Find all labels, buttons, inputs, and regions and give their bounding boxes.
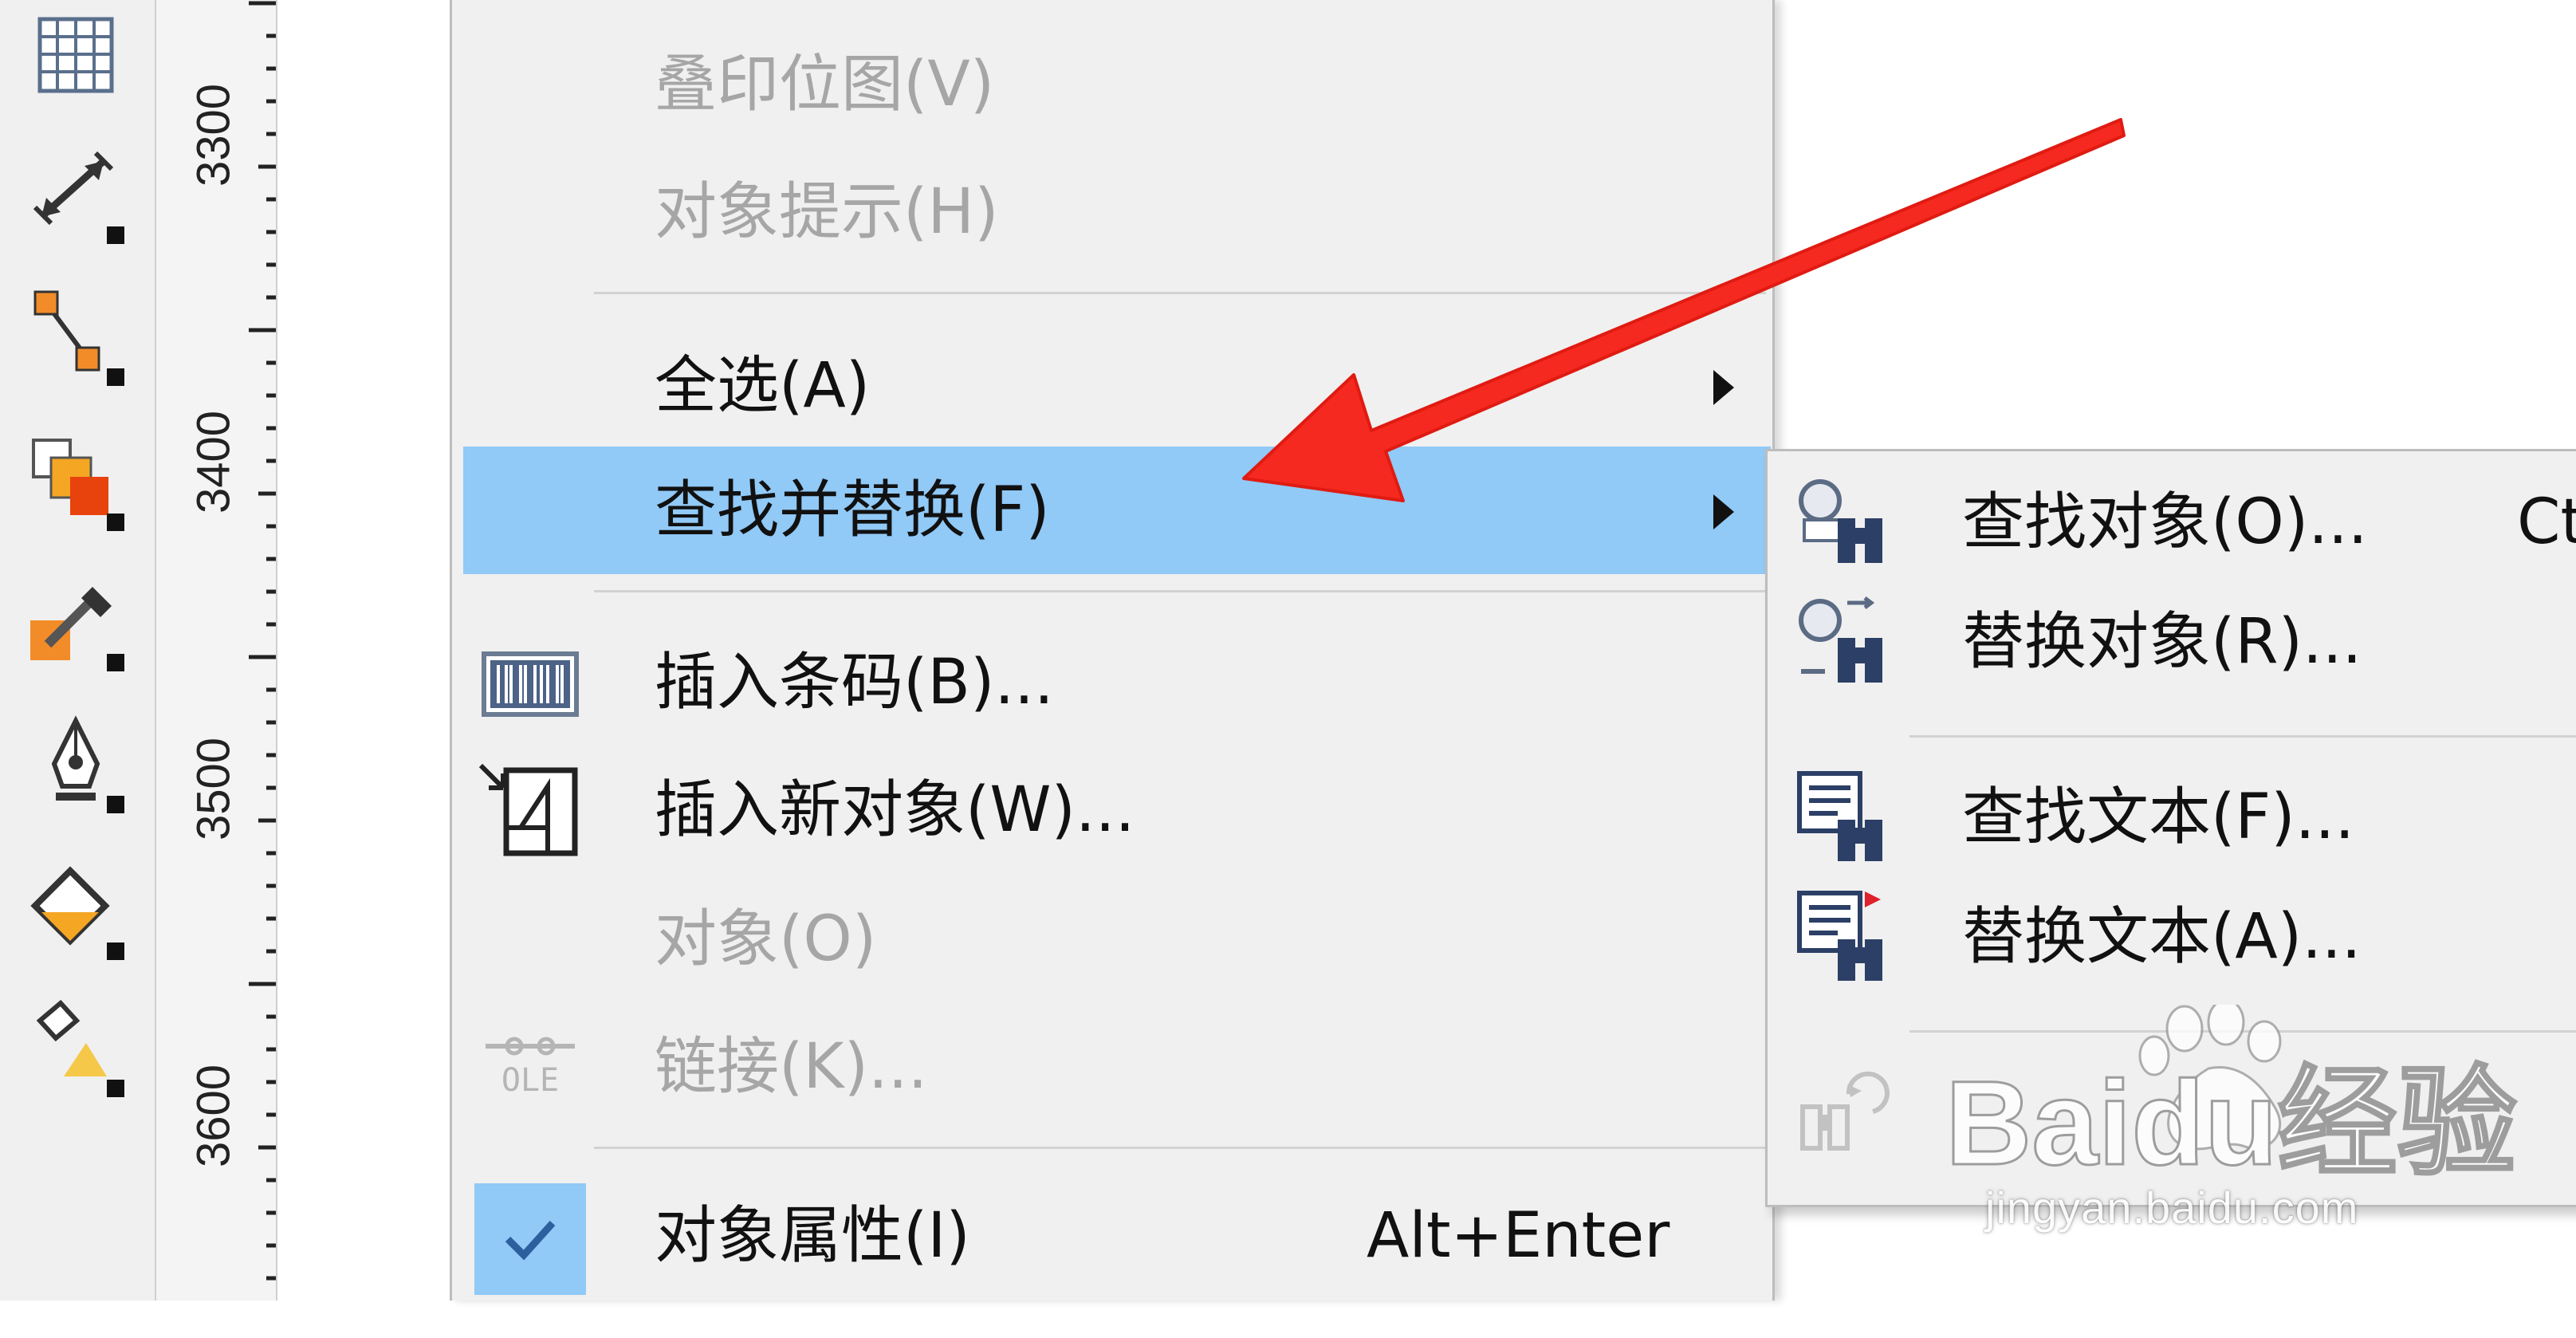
- submenu-item-label: 查找文本(F)...: [1962, 781, 2355, 853]
- svg-text:OLE: OLE: [501, 1062, 559, 1099]
- replace-object-icon: [1791, 592, 1892, 692]
- menu-item-label: 链接(K)...: [655, 1031, 928, 1103]
- menu-item-label: 叠印位图(V): [655, 49, 995, 120]
- dimension-tool-icon[interactable]: [24, 144, 128, 247]
- context-menu: 叠印位图(V) 对象提示(H) 全选(A) 查找并替换(F) 插入条码(B)..…: [450, 0, 1775, 1301]
- menu-item-select-all[interactable]: 全选(A): [463, 322, 1771, 450]
- shadow-tool-icon[interactable]: [24, 431, 128, 534]
- submenu-item-find-objects[interactable]: 查找对象(O)... Ct: [1768, 462, 2576, 582]
- submenu-item-disabled[interactable]: [1768, 1053, 2576, 1172]
- paint-bucket-tool-icon[interactable]: [24, 860, 128, 963]
- menu-item-links[interactable]: OLE 链接(K)...: [463, 1003, 1771, 1131]
- menu-item-label: 对象属性(I): [655, 1200, 970, 1272]
- checkmark-icon: [474, 1183, 586, 1295]
- replace-text-icon: [1791, 887, 1892, 987]
- submenu-item-shortcut: Ct: [2517, 486, 2576, 558]
- menu-item-shortcut: Alt+Enter: [1367, 1200, 1670, 1272]
- submenu-arrow-icon: [1713, 494, 1734, 529]
- submenu-item-label: 查找对象(O)...: [1962, 486, 2368, 558]
- menu-item-overprint-bitmap[interactable]: 叠印位图(V): [463, 21, 1771, 148]
- insert-object-icon: [474, 754, 586, 866]
- menu-item-label: 插入新对象(W)...: [655, 774, 1135, 846]
- menu-item-label: 对象提示(H): [655, 176, 999, 248]
- menu-item-object-properties[interactable]: 对象属性(I) Alt+Enter: [463, 1172, 1771, 1300]
- submenu-item-label: 替换对象(R)...: [1962, 606, 2362, 678]
- toolbox: [0, 0, 156, 1301]
- find-object-icon: [1791, 472, 1892, 573]
- find-replace-submenu: 查找对象(O)... Ct 替换对象(R)... 查找文本(F)... 替换文本…: [1765, 449, 2576, 1207]
- menu-item-label: 全选(A): [655, 350, 871, 422]
- submenu-item-replace-text[interactable]: 替换文本(A)...: [1768, 877, 2576, 997]
- submenu-item-replace-objects[interactable]: 替换对象(R)...: [1768, 582, 2576, 702]
- find-text-icon: [1791, 767, 1892, 868]
- interactive-fill-tool-icon[interactable]: [24, 997, 128, 1100]
- submenu-item-find-text[interactable]: 查找文本(F)...: [1768, 758, 2576, 877]
- table-tool-icon[interactable]: [24, 5, 128, 108]
- binoculars-undo-icon: [1791, 1062, 1892, 1163]
- menu-item-label: 查找并替换(F): [655, 474, 1050, 546]
- menu-item-label: 插入条码(B)...: [655, 647, 1054, 718]
- menu-separator: [594, 1147, 1766, 1149]
- menu-separator: [594, 292, 1766, 294]
- menu-item-insert-new-object[interactable]: 插入新对象(W)...: [463, 746, 1771, 874]
- eyedropper-tool-icon[interactable]: [24, 571, 128, 675]
- submenu-item-label: 替换文本(A)...: [1962, 901, 2362, 973]
- pen-nib-tool-icon[interactable]: [24, 713, 128, 817]
- menu-item-object[interactable]: 对象(O): [463, 876, 1771, 1003]
- menu-item-find-and-replace[interactable]: 查找并替换(F): [463, 447, 1771, 574]
- menu-item-object-hints[interactable]: 对象提示(H): [463, 148, 1771, 276]
- menu-item-label: 对象(O): [655, 903, 877, 975]
- connector-tool-icon[interactable]: [24, 285, 128, 389]
- menu-item-insert-barcode[interactable]: 插入条码(B)...: [463, 619, 1771, 746]
- barcode-icon: [474, 627, 586, 738]
- ole-link-icon: OLE: [474, 1011, 586, 1123]
- menu-separator: [594, 590, 1766, 592]
- drawing-canvas[interactable]: [277, 0, 450, 1301]
- submenu-arrow-icon: [1713, 370, 1734, 405]
- submenu-separator: [1909, 735, 2576, 738]
- submenu-separator: [1909, 1030, 2576, 1033]
